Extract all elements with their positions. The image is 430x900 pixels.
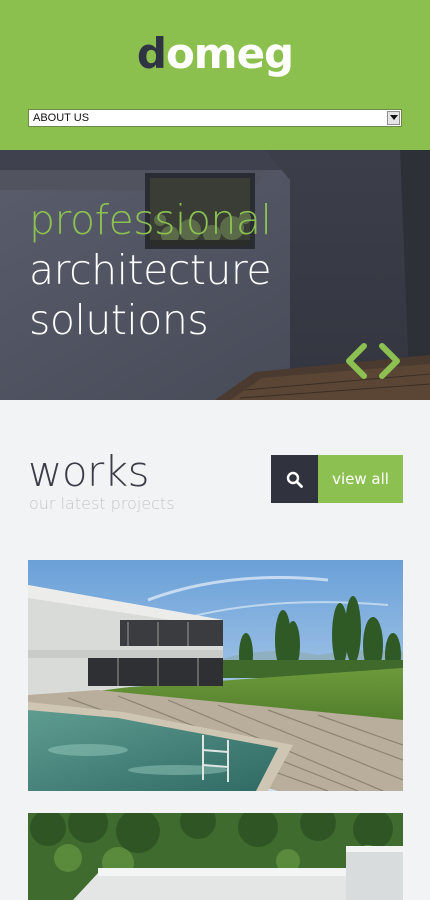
site-logo[interactable]: domeg — [0, 26, 430, 82]
project-photo-hillside-building — [28, 813, 403, 900]
project-photo-house-pool — [28, 560, 403, 791]
hero-line-architecture: architecture — [29, 246, 272, 294]
hero-line-solutions: solutions — [29, 296, 209, 344]
site-header: domeg ABOUT US — [0, 0, 430, 150]
view-all-button[interactable]: view all — [318, 455, 403, 503]
logo-first-letter: d — [136, 29, 167, 78]
search-button[interactable] — [271, 455, 318, 503]
project-image-2[interactable] — [28, 813, 403, 900]
hero-heading: professional architecture solutions — [29, 195, 272, 345]
search-icon — [286, 471, 303, 488]
works-title: works — [28, 447, 150, 496]
nav-select-value: ABOUT US — [33, 112, 90, 124]
project-image-1[interactable] — [28, 560, 403, 791]
chevron-left-icon[interactable] — [342, 342, 370, 380]
works-subtitle: our latest projects — [29, 494, 175, 513]
nav-select[interactable]: ABOUT US — [28, 109, 402, 127]
hero-line-professional: professional — [29, 196, 272, 244]
chevron-right-icon[interactable] — [376, 342, 404, 380]
dropdown-arrow-icon[interactable] — [387, 111, 400, 125]
logo-rest: omeg — [165, 29, 294, 78]
